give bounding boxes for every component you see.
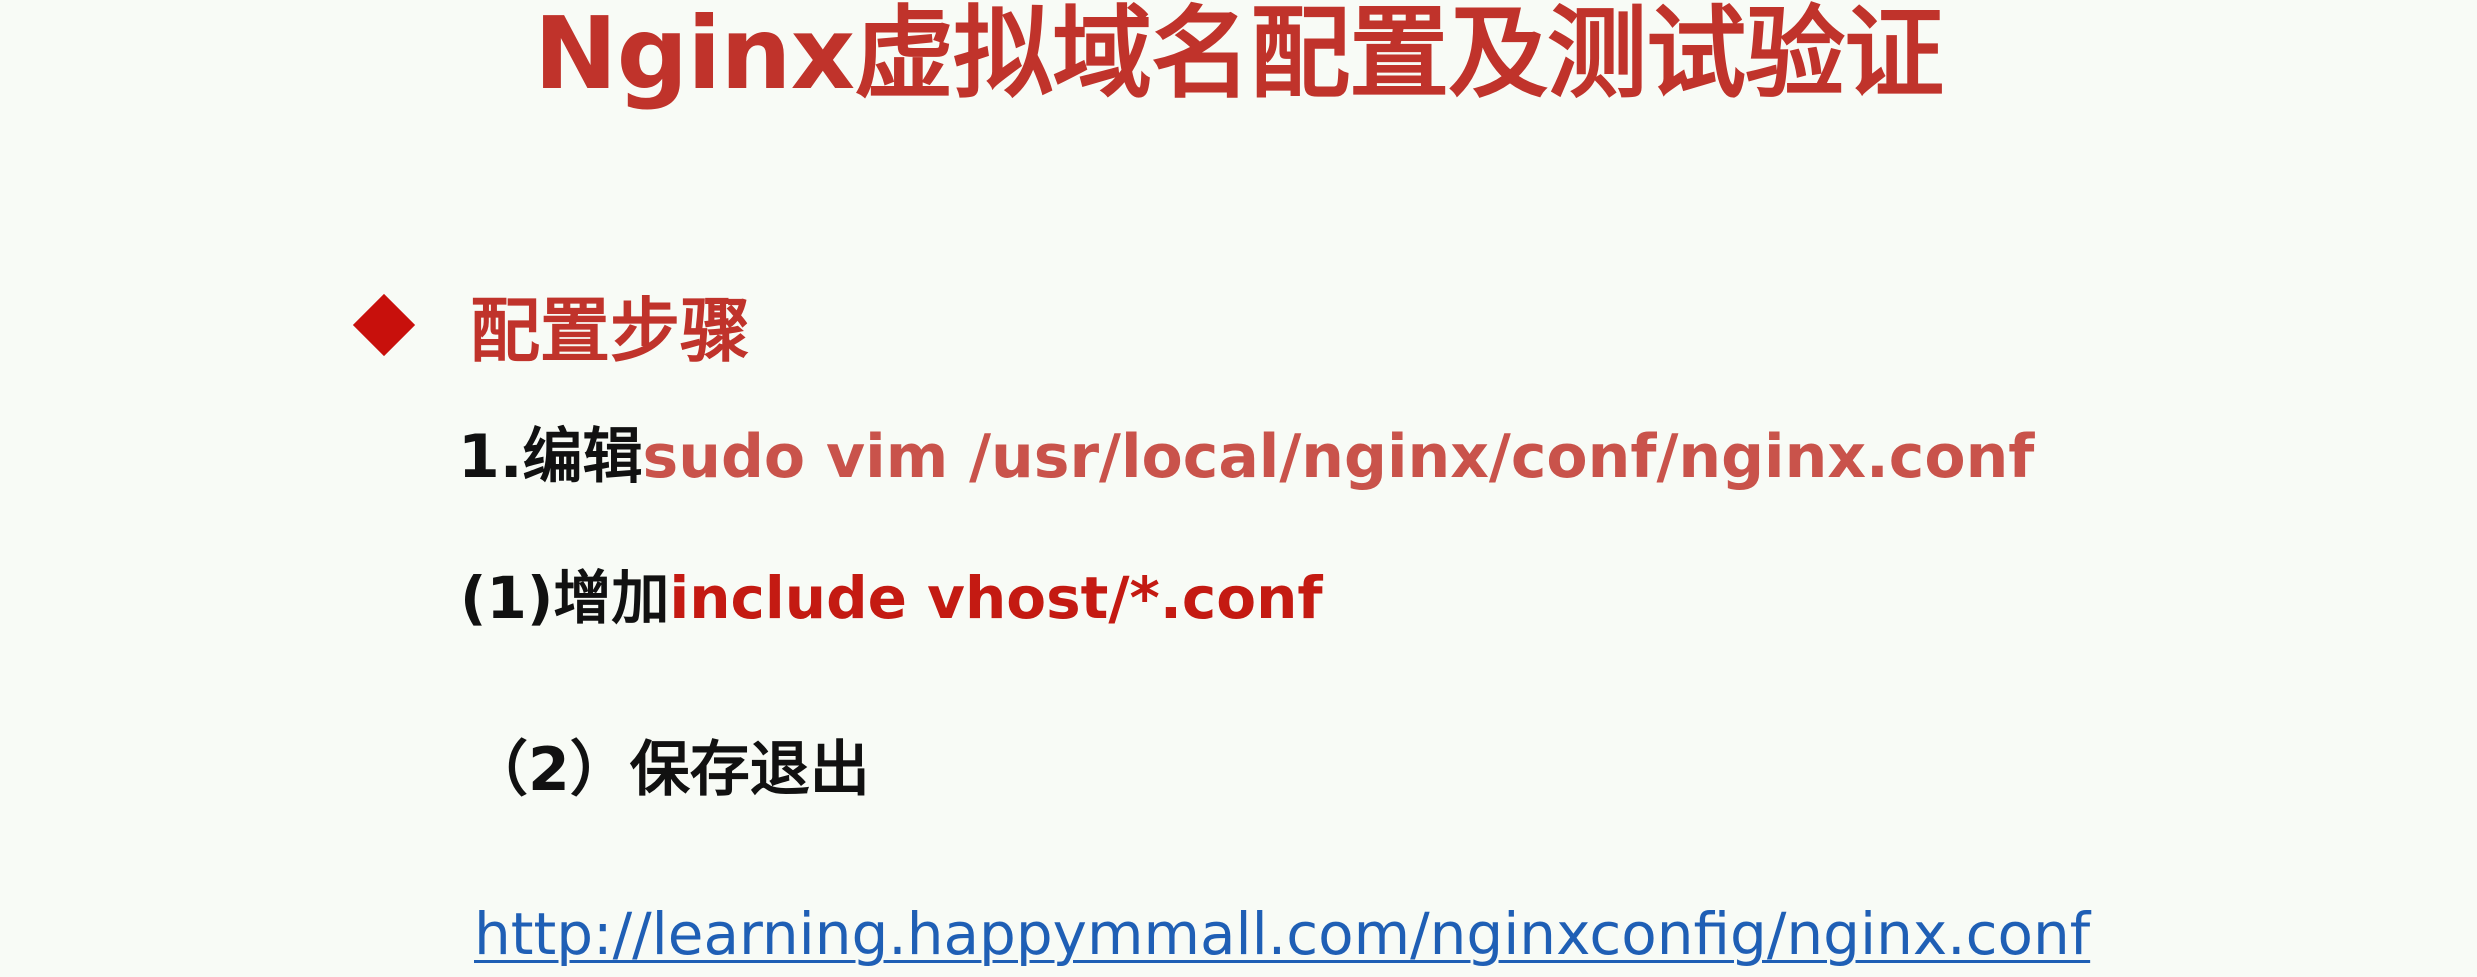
slide: Nginx虚拟域名配置及测试验证 配置步骤 1.编辑sudo vim /usr/… — [0, 0, 2477, 977]
step-1-label: 1.编辑 — [458, 422, 643, 492]
config-download-link[interactable]: http://learning.happymmall.com/nginxconf… — [474, 893, 2090, 975]
step-1-sub-1-command: include vhost/*.conf — [669, 564, 1323, 632]
step-1-command: sudo vim /usr/local/nginx/conf/nginx.con… — [642, 422, 2035, 492]
step-1-sub-1-label: (1)增加 — [460, 564, 670, 632]
step-1-sub-1: (1)增加include vhost/*.conf — [460, 553, 1323, 643]
step-1: 1.编辑sudo vim /usr/local/nginx/conf/nginx… — [458, 412, 2034, 502]
diamond-bullet-icon — [352, 293, 416, 357]
step-1-sub-2: （2）保存退出 — [468, 725, 870, 815]
slide-title: Nginx虚拟域名配置及测试验证 — [533, 0, 1944, 112]
step-1-sub-2-label: （2）保存退出 — [468, 735, 870, 805]
section-heading-row: 配置步骤 — [350, 280, 750, 372]
section-heading: 配置步骤 — [470, 289, 750, 372]
